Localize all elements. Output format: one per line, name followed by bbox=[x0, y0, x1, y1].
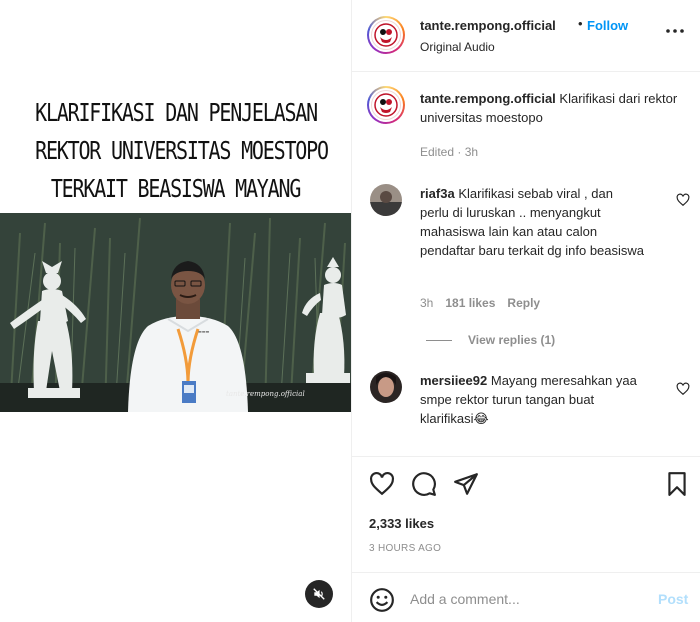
video-title-line: KLARIFIKASI DAN PENJELASAN bbox=[35, 98, 318, 127]
comment-like-heart-icon[interactable] bbox=[676, 382, 690, 396]
view-replies-label[interactable]: View replies (1) bbox=[468, 333, 555, 347]
brand-logo-icon bbox=[374, 93, 398, 117]
post-timestamp: 3 HOURS AGO bbox=[369, 543, 442, 554]
author-avatar[interactable] bbox=[367, 16, 405, 54]
video-title-line: REKTOR UNIVERSITAS MOESTOPO bbox=[35, 136, 329, 165]
comment-likes[interactable]: 181 likes bbox=[445, 296, 495, 310]
emoji-smiley-icon[interactable] bbox=[369, 587, 395, 613]
caption-username[interactable]: tante.rempong.official bbox=[420, 91, 556, 106]
video-scene-illustration: ▬▬▬ bbox=[0, 213, 351, 412]
add-comment-bar: Post bbox=[352, 572, 700, 622]
separator-dot: • bbox=[578, 16, 583, 31]
more-options-icon[interactable] bbox=[665, 28, 685, 34]
post-media[interactable]: KLARIFIKASI DAN PENJELASAN REKTOR UNIVER… bbox=[0, 0, 351, 622]
comment-username[interactable]: mersiiee92 bbox=[420, 373, 487, 388]
reply-button[interactable]: Reply bbox=[507, 296, 540, 310]
comment-username[interactable]: riaf3a bbox=[420, 186, 455, 201]
save-bookmark-icon[interactable] bbox=[664, 471, 690, 497]
share-paper-plane-icon[interactable] bbox=[453, 471, 479, 497]
comment-like-heart-icon[interactable] bbox=[676, 193, 690, 207]
likes-count[interactable]: 2,333 likes bbox=[369, 516, 434, 531]
post-comment-button[interactable]: Post bbox=[658, 591, 688, 607]
comment-body: mersiiee92 Mayang meresahkan yaa smpe re… bbox=[420, 371, 645, 428]
comment-input[interactable] bbox=[410, 585, 640, 613]
caption-avatar[interactable] bbox=[367, 86, 405, 124]
post-actions: 2,333 likes 3 HOURS AGO bbox=[352, 456, 700, 572]
comments-list[interactable]: tante.rempong.official Klarifikasi dari … bbox=[352, 73, 700, 457]
svg-text:▬▬▬: ▬▬▬ bbox=[198, 329, 210, 334]
video-watermark: tante.rempong.official bbox=[226, 390, 305, 398]
speaker-muted-icon bbox=[313, 588, 325, 600]
audio-label[interactable]: Original Audio bbox=[420, 40, 495, 54]
post-side-panel: tante.rempong.official • Follow Original… bbox=[351, 0, 700, 622]
comment-meta: 3h 181 likes Reply bbox=[420, 296, 552, 310]
commenter-avatar[interactable] bbox=[370, 371, 402, 403]
comment-body: riaf3a Klarifikasi sebab viral , dan per… bbox=[420, 184, 645, 260]
brand-logo-icon bbox=[374, 23, 398, 47]
video-frame[interactable]: ▬▬▬ bbox=[0, 213, 351, 412]
comment-bubble-icon[interactable] bbox=[411, 471, 437, 497]
follow-button[interactable]: Follow bbox=[587, 18, 628, 33]
comment-time: 3h bbox=[420, 296, 434, 310]
video-title-line: TERKAIT BEASISWA MAYANG bbox=[50, 174, 302, 203]
like-heart-icon[interactable] bbox=[369, 471, 395, 497]
video-title: KLARIFIKASI DAN PENJELASAN REKTOR UNIVER… bbox=[35, 94, 329, 208]
mute-button[interactable] bbox=[305, 580, 333, 608]
view-replies[interactable]: View replies (1) bbox=[426, 332, 555, 347]
replies-divider bbox=[426, 340, 452, 342]
caption-meta: Edited · 3h bbox=[420, 145, 479, 159]
caption-body: tante.rempong.official Klarifikasi dari … bbox=[420, 89, 685, 127]
author-username[interactable]: tante.rempong.official bbox=[420, 18, 556, 33]
commenter-avatar[interactable] bbox=[370, 184, 402, 216]
post-header: tante.rempong.official • Follow Original… bbox=[352, 0, 700, 72]
